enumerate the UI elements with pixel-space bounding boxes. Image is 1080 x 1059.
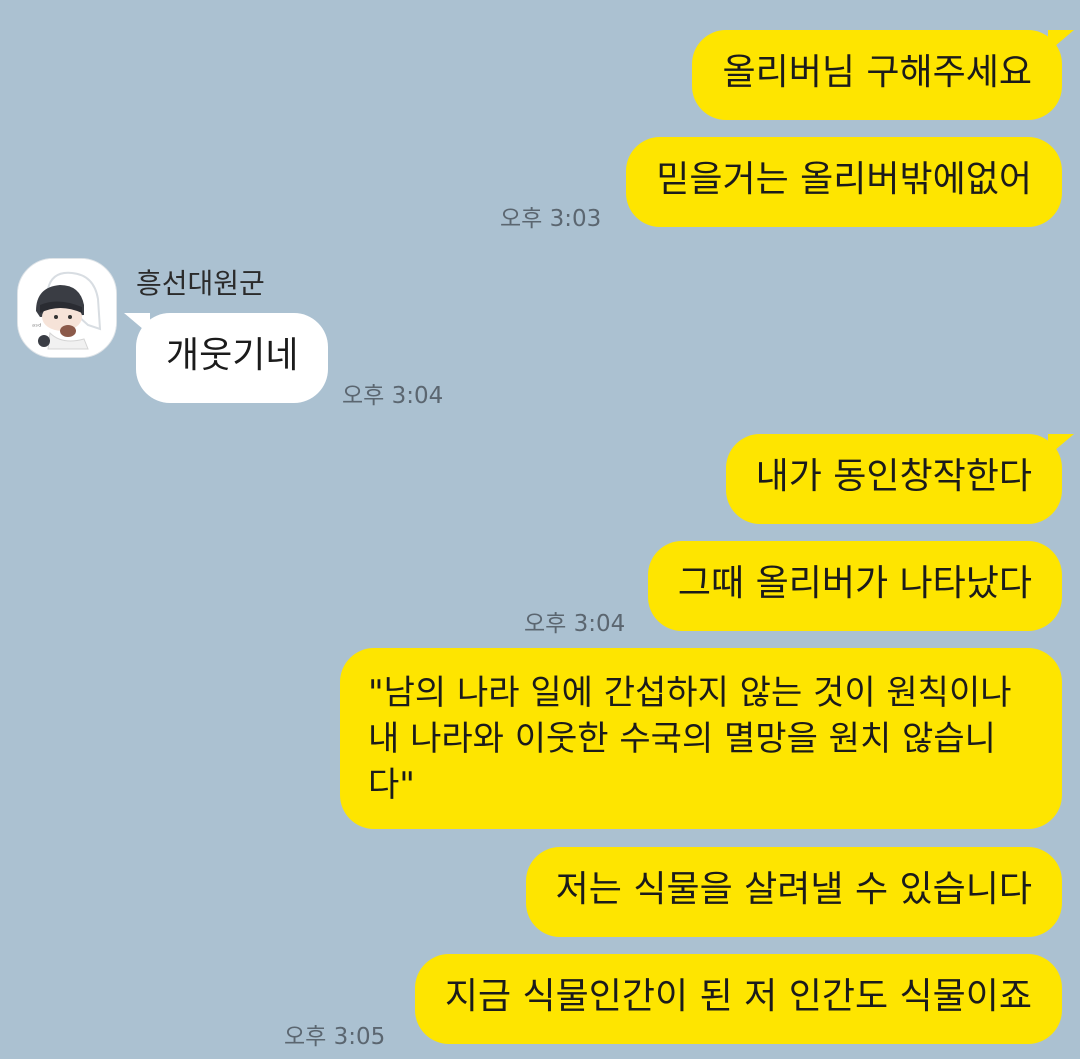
sender-name: 흥선대원군 xyxy=(136,267,265,300)
other-message-bubble[interactable]: 개웃기네 xyxy=(123,313,329,403)
message-timestamp: 오후 3:04 xyxy=(342,383,444,409)
message-timestamp: 오후 3:04 xyxy=(524,611,626,637)
message-timestamp: 오후 3:05 xyxy=(284,1024,386,1050)
my-message-bubble[interactable]: 믿을거는 올리버밖에없어 xyxy=(626,137,1062,227)
message-text: 믿을거는 올리버밖에없어 xyxy=(656,159,1032,200)
my-message-bubble[interactable]: 저는 식물을 살려낼 수 있습니다 xyxy=(525,847,1062,937)
svg-text:ᵃˢᵈ: ᵃˢᵈ xyxy=(32,322,41,331)
message-timestamp: 오후 3:03 xyxy=(500,206,602,232)
message-text: 올리버님 구해주세요 xyxy=(722,52,1032,93)
sender-avatar[interactable]: ᵃˢᵈ xyxy=(17,258,117,358)
my-message-bubble[interactable]: "남의 나라 일에 간섭하지 않는 것이 원칙이나 내 나라와 이웃한 수국의 … xyxy=(340,648,1062,829)
message-text: 개웃기네 xyxy=(166,335,299,376)
my-message-bubble[interactable]: 그때 올리버가 나타났다 xyxy=(647,541,1062,631)
my-message-bubble[interactable]: 내가 동인창작한다 xyxy=(725,434,1075,524)
message-text: 지금 식물인간이 된 저 인간도 식물이죠 xyxy=(444,976,1032,1017)
message-text: 그때 올리버가 나타났다 xyxy=(677,563,1032,604)
message-text: "남의 나라 일에 간섭하지 않는 것이 원칙이나 내 나라와 이웃한 수국의 … xyxy=(368,673,1012,805)
message-text: 저는 식물을 살려낼 수 있습니다 xyxy=(555,869,1032,910)
my-message-bubble[interactable]: 올리버님 구해주세요 xyxy=(692,30,1074,120)
chibi-character-avatar-icon: ᵃˢᵈ xyxy=(18,259,116,357)
my-message-bubble[interactable]: 지금 식물인간이 된 저 인간도 식물이죠 xyxy=(414,954,1062,1044)
message-text: 내가 동인창작한다 xyxy=(755,456,1032,497)
